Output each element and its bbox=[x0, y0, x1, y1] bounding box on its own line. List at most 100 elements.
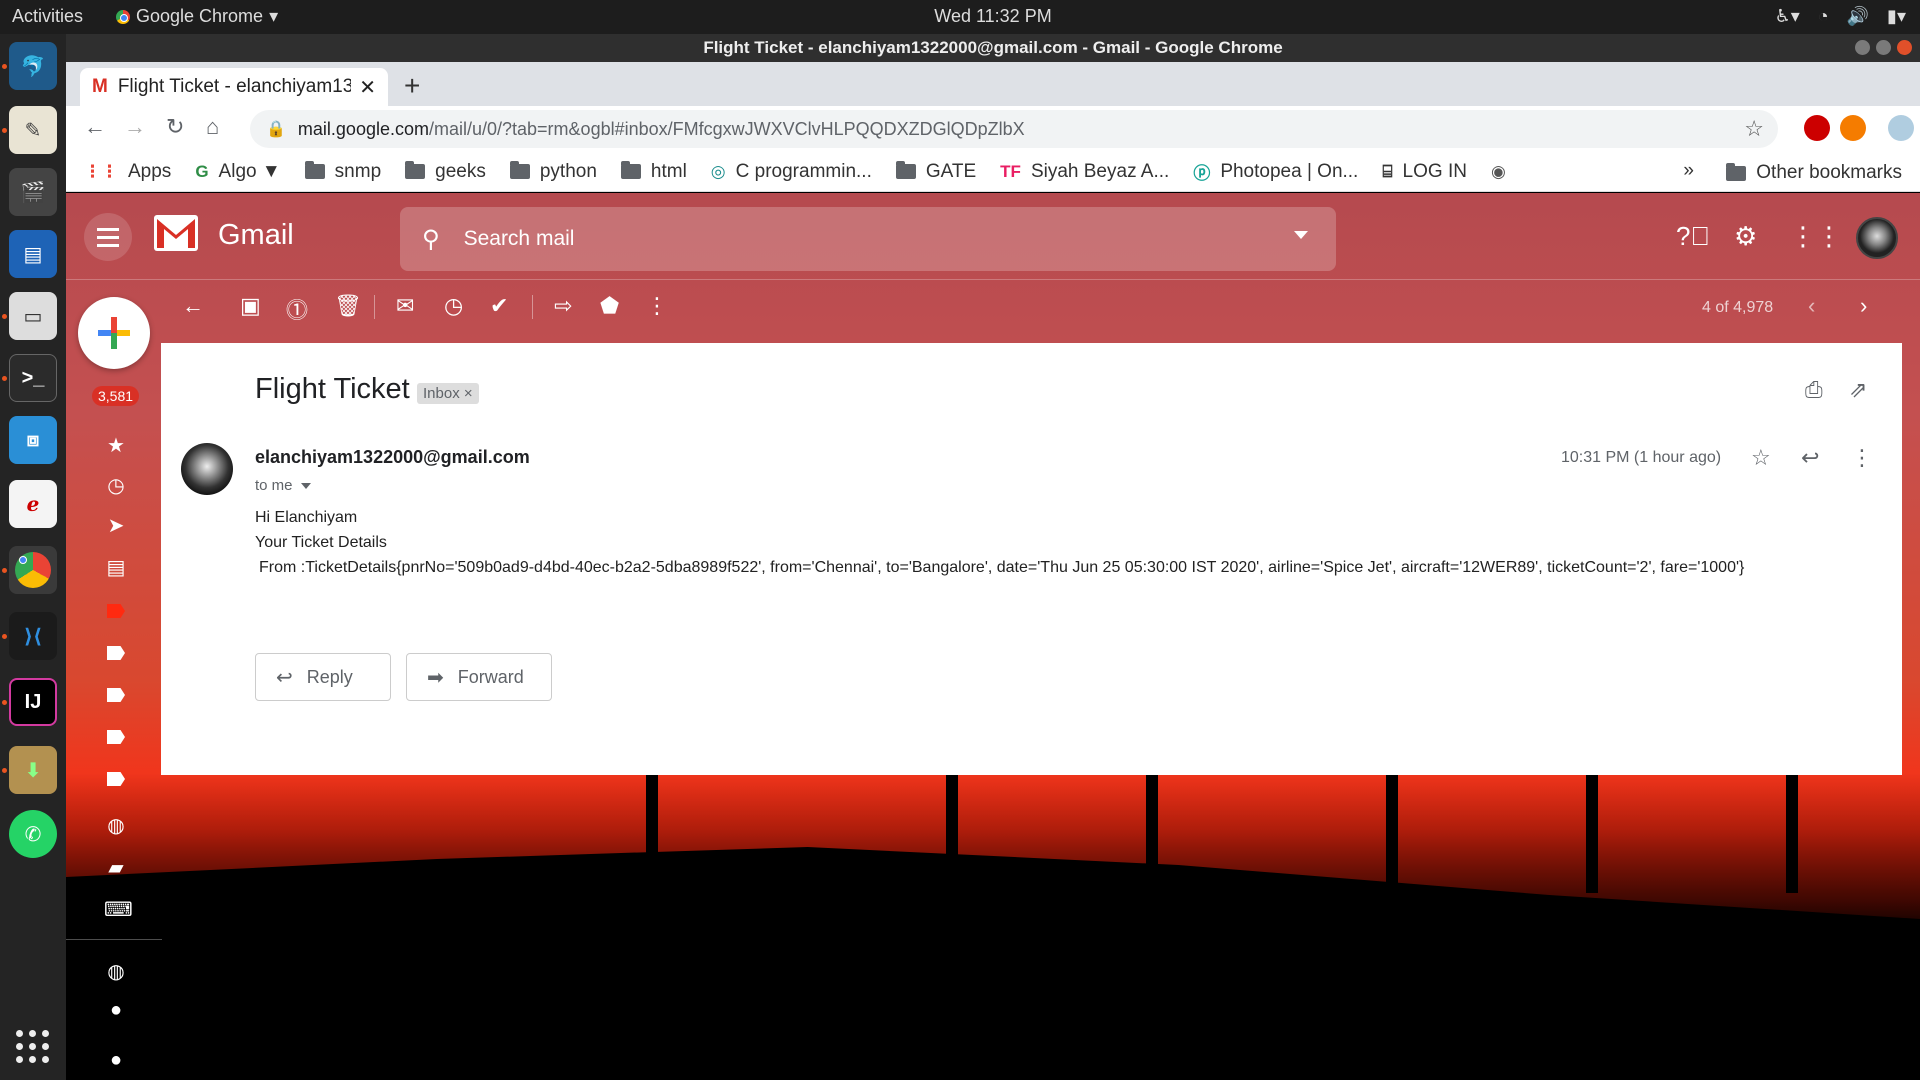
contact-avatar[interactable]: ● bbox=[104, 1049, 128, 1072]
search-mail-input[interactable]: ⚲ Search mail bbox=[400, 207, 1336, 271]
address-bar[interactable]: 🔒 mail.google.com/mail/u/0/?tab=rm&ogbl#… bbox=[250, 110, 1778, 148]
newer-message-icon[interactable]: ‹ bbox=[1808, 293, 1815, 319]
label-icon[interactable] bbox=[104, 601, 128, 624]
bookmark-star-icon[interactable]: ☆ bbox=[1744, 116, 1764, 142]
mysql-workbench-icon[interactable]: 🐬 bbox=[9, 42, 57, 90]
lock-icon[interactable]: 🔒 bbox=[266, 119, 286, 139]
label-icon[interactable] bbox=[104, 727, 128, 750]
whatsapp-icon[interactable]: ✆ bbox=[9, 810, 57, 858]
bookmark-snmp[interactable]: snmp bbox=[304, 161, 381, 183]
tab-gmail[interactable]: M Flight Ticket - elanchiyam1322000@gmai… bbox=[80, 68, 388, 106]
reply-icon[interactable]: ↩ bbox=[1801, 445, 1819, 471]
hangouts-icon[interactable]: ◍ bbox=[104, 813, 128, 838]
snoozed-icon[interactable]: ◷ bbox=[104, 473, 128, 498]
back-to-inbox-icon[interactable]: ← bbox=[182, 293, 204, 319]
bookmark-globe[interactable]: ◉ bbox=[1491, 162, 1516, 182]
wifi-icon[interactable]: ◔ bbox=[1818, 6, 1829, 27]
close-tab-icon[interactable]: ✕ bbox=[359, 75, 376, 100]
forward-button[interactable]: → bbox=[124, 114, 146, 140]
archive-icon[interactable]: ▣ bbox=[240, 293, 261, 319]
sent-icon[interactable]: ➤ bbox=[104, 513, 128, 538]
google-apps-icon[interactable]: ⋮⋮ bbox=[1790, 221, 1842, 252]
label-icon[interactable] bbox=[104, 769, 128, 792]
contact-avatar[interactable]: ● bbox=[104, 999, 128, 1022]
close-window-button[interactable] bbox=[1897, 40, 1912, 55]
label-icon[interactable] bbox=[104, 685, 128, 708]
chat-icon[interactable]: ◍ bbox=[104, 959, 128, 984]
main-menu-button[interactable] bbox=[84, 213, 132, 261]
bookmark-log-in[interactable]: ⌸ LOG IN bbox=[1382, 161, 1467, 183]
star-icon[interactable]: ☆ bbox=[1751, 445, 1771, 471]
back-button[interactable]: ← bbox=[84, 114, 106, 140]
open-new-window-icon[interactable]: ⇗ bbox=[1849, 377, 1867, 403]
snooze-icon[interactable]: ◷ bbox=[444, 293, 463, 319]
profile-avatar[interactable] bbox=[1888, 115, 1914, 141]
inbox-unread-badge[interactable]: 3,581 bbox=[92, 386, 140, 406]
gmail-logo-icon[interactable] bbox=[154, 215, 198, 251]
extension-icon[interactable] bbox=[1840, 115, 1866, 141]
system-clock[interactable]: Wed 11:32 PM bbox=[0, 6, 1920, 27]
delete-icon[interactable]: 🗑 bbox=[334, 293, 362, 319]
window-title-bar[interactable]: Flight Ticket - elanchiyam1322000@gmail.… bbox=[66, 34, 1920, 62]
reply-button[interactable]: ↩ Reply bbox=[255, 653, 391, 701]
accessibility-icon[interactable]: ♿▾ bbox=[1775, 6, 1800, 27]
volume-icon[interactable]: 🔊 bbox=[1847, 6, 1869, 27]
more-actions-icon[interactable]: ⋮ bbox=[646, 293, 668, 319]
bookmark-photopea[interactable]: ⓟ Photopea | On... bbox=[1193, 159, 1358, 184]
gear-icon[interactable]: ⚙ bbox=[1734, 221, 1757, 252]
bookmark-python[interactable]: python bbox=[509, 161, 597, 183]
archive-manager-icon[interactable]: ▭ bbox=[9, 292, 57, 340]
other-bookmarks-folder[interactable]: Other bookmarks bbox=[1726, 162, 1902, 184]
bookmark-c-programming[interactable]: ◎ C programmin... bbox=[711, 161, 872, 183]
text-editor-icon[interactable]: ✎ bbox=[9, 106, 57, 154]
intellij-icon[interactable]: IJ bbox=[9, 678, 57, 726]
starred-icon[interactable]: ★ bbox=[104, 433, 128, 458]
bookmark-gate[interactable]: GATE bbox=[895, 161, 976, 183]
video-camera-icon[interactable]: ▰ bbox=[104, 855, 128, 880]
bookmark-geeks[interactable]: geeks bbox=[405, 161, 486, 183]
adblock-extension-icon[interactable] bbox=[1804, 115, 1830, 141]
bookmark-apps[interactable]: ⋮⋮ Apps bbox=[84, 161, 171, 183]
maximize-button[interactable] bbox=[1876, 40, 1891, 55]
bookmark-algo[interactable]: G Algo ▼ bbox=[195, 161, 280, 183]
remote-desktop-icon[interactable]: ⧈ bbox=[9, 416, 57, 464]
home-button[interactable]: ⌂ bbox=[206, 114, 219, 140]
terminal-icon[interactable]: >_ bbox=[9, 354, 57, 402]
search-icon[interactable]: ⚲ bbox=[422, 225, 440, 254]
move-to-icon[interactable]: ⇨ bbox=[554, 293, 572, 319]
print-icon[interactable]: ⎙ bbox=[1805, 377, 1823, 403]
show-applications-icon[interactable] bbox=[16, 1030, 50, 1064]
search-options-icon[interactable] bbox=[1294, 231, 1308, 239]
recipient-details[interactable]: to me bbox=[255, 477, 311, 494]
forward-button[interactable]: ➡ Forward bbox=[406, 653, 552, 701]
reload-button[interactable]: ↻ bbox=[166, 114, 184, 140]
remove-label-icon[interactable]: × bbox=[464, 385, 473, 402]
account-avatar[interactable] bbox=[1856, 217, 1898, 259]
new-tab-button[interactable]: + bbox=[404, 70, 420, 102]
older-message-icon[interactable]: › bbox=[1860, 293, 1867, 319]
chrome-dock-icon[interactable] bbox=[9, 546, 57, 594]
minimize-button[interactable] bbox=[1855, 40, 1870, 55]
vscode-icon[interactable]: ⟩⟨ bbox=[9, 612, 57, 660]
report-spam-icon[interactable]: ⓵ bbox=[286, 293, 308, 325]
mark-unread-icon[interactable]: ✉ bbox=[396, 293, 414, 319]
video-editor-icon[interactable]: 🎬 bbox=[9, 168, 57, 216]
writer-icon[interactable]: ▤ bbox=[9, 230, 57, 278]
downloads-folder-icon[interactable]: ⬇ bbox=[9, 746, 57, 794]
bookmarks-overflow-button[interactable]: » bbox=[1683, 160, 1694, 182]
battery-icon[interactable]: ▮▾ bbox=[1887, 6, 1906, 27]
inbox-label-chip[interactable]: Inbox × bbox=[417, 383, 479, 404]
label-icon[interactable] bbox=[104, 643, 128, 666]
sender-avatar[interactable] bbox=[181, 443, 233, 495]
bookmark-html[interactable]: html bbox=[620, 161, 687, 183]
help-icon[interactable]: ?⃝ bbox=[1676, 221, 1710, 252]
drafts-icon[interactable]: ▤ bbox=[104, 555, 128, 580]
labels-icon[interactable]: ⬟ bbox=[600, 293, 619, 319]
more-options-icon[interactable]: ⋮ bbox=[1851, 445, 1873, 471]
add-to-tasks-icon[interactable]: ✔ bbox=[490, 293, 508, 319]
bookmark-siyah-beyaz[interactable]: TF Siyah Beyaz A... bbox=[1000, 161, 1169, 183]
keyboard-icon[interactable]: ⌨ bbox=[104, 897, 133, 922]
sender-email[interactable]: elanchiyam1322000@gmail.com bbox=[255, 447, 530, 468]
document-viewer-icon[interactable]: ℯ bbox=[9, 480, 57, 528]
system-tray[interactable]: ♿▾ ◔ 🔊 ▮▾ bbox=[1775, 6, 1906, 27]
